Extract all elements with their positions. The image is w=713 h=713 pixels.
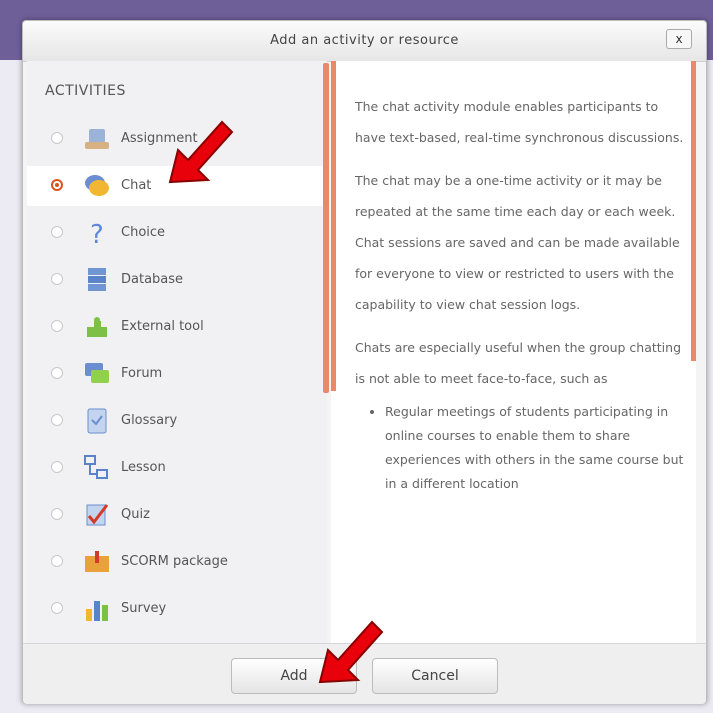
activity-option-survey[interactable]: Survey [27, 589, 327, 629]
forum-icon [85, 363, 109, 383]
description-list: Regular meetings of students participati… [355, 400, 685, 496]
activity-label: Database [121, 272, 184, 287]
description-bullet: Regular meetings of students participati… [385, 400, 685, 496]
activity-label: Quiz [121, 507, 150, 522]
activity-label: Lesson [121, 460, 166, 475]
radio-choice[interactable] [51, 226, 63, 238]
activity-label: External tool [121, 319, 204, 334]
activity-label: Chat [121, 178, 152, 193]
activity-option-forum[interactable]: Forum [27, 354, 327, 394]
quiz-icon [86, 504, 109, 526]
radio-scorm[interactable] [51, 555, 63, 567]
assignment-icon [85, 129, 109, 149]
radio-forum[interactable] [51, 367, 63, 379]
glossary-icon [87, 408, 107, 434]
radio-database[interactable] [51, 273, 63, 285]
activity-label: Forum [121, 366, 163, 381]
survey-icon [86, 601, 108, 621]
radio-lesson[interactable] [51, 461, 63, 473]
description-panel: The chat activity module enables partici… [331, 61, 696, 666]
chat-icon [85, 175, 109, 196]
activity-option-choice[interactable]: ? Choice [27, 213, 327, 253]
radio-survey[interactable] [51, 602, 63, 614]
activity-option-database[interactable]: Database [27, 260, 327, 300]
activity-label: Glossary [121, 413, 178, 428]
activity-option-external-tool[interactable]: External tool [27, 307, 327, 347]
cancel-button[interactable]: Cancel [372, 658, 498, 694]
activities-heading: ACTIVITIES [45, 83, 126, 99]
radio-external-tool[interactable] [51, 320, 63, 332]
description-text: The chat activity module enables partici… [355, 91, 685, 496]
activity-label: Choice [121, 225, 166, 240]
radio-chat[interactable] [51, 179, 63, 191]
dialog-titlebar: Add an activity or resource x [23, 21, 706, 62]
description-paragraph: Chats are especially useful when the gro… [355, 340, 682, 386]
dialog-title: Add an activity or resource [270, 33, 459, 48]
annotation-arrow-chat [168, 120, 234, 184]
list-scrollbar-thumb[interactable] [323, 63, 329, 393]
database-icon [88, 268, 106, 291]
radio-assignment[interactable] [51, 132, 63, 144]
description-paragraph: The chat activity module enables partici… [355, 99, 684, 145]
radio-glossary[interactable] [51, 414, 63, 426]
external-tool-icon [87, 317, 107, 337]
close-button[interactable]: x [666, 29, 692, 49]
annotation-arrow-add [318, 620, 384, 684]
add-activity-dialog: Add an activity or resource x ACTIVITIES… [22, 20, 707, 704]
lesson-icon [84, 455, 108, 479]
description-accent-bar [331, 61, 336, 391]
activity-option-glossary[interactable]: Glossary [27, 401, 327, 441]
description-paragraph: The chat may be a one-time activity or i… [355, 173, 680, 312]
activity-option-quiz[interactable]: Quiz [27, 495, 327, 535]
activity-option-scorm[interactable]: SCORM package [27, 542, 327, 582]
radio-quiz[interactable] [51, 508, 63, 520]
description-scrollbar[interactable] [691, 61, 696, 361]
choice-icon: ? [90, 220, 104, 247]
scorm-icon [85, 551, 109, 572]
activity-label: Survey [121, 601, 167, 616]
svg-text:?: ? [90, 220, 104, 247]
activity-label: SCORM package [121, 554, 228, 569]
activity-option-lesson[interactable]: Lesson [27, 448, 327, 488]
